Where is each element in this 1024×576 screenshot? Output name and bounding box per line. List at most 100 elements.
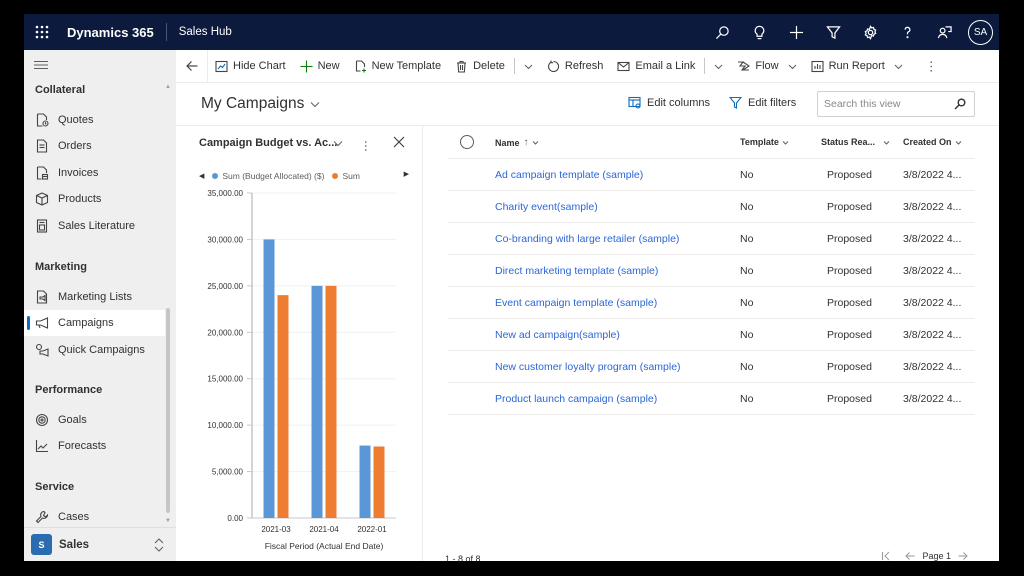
campaign-name-link[interactable]: Event campaign template (sample) [495,297,657,309]
sidebar-scrollbar-thumb[interactable] [166,308,170,513]
gear-icon [864,24,877,40]
campaign-name-link[interactable]: Ad campaign template (sample) [495,169,643,181]
scroll-down-arrow[interactable]: ▼ [165,518,171,524]
edit-columns-button[interactable]: Edit columns [628,96,710,109]
chevron-down-icon [894,64,903,69]
refresh-button[interactable]: Refresh [540,50,611,83]
sidebar-item-marketing-lists[interactable]: Marketing Lists [24,284,165,310]
campaign-name-link[interactable]: Charity event(sample) [495,201,598,213]
bar-2022-01-series-1[interactable] [373,446,385,519]
first-page-icon[interactable] [881,551,891,561]
help-button[interactable] [889,14,926,50]
previous-page-icon[interactable] [905,551,915,561]
edit-filters-label: Edit filters [748,96,797,109]
more-email-options-button[interactable] [707,50,730,83]
chevron-down-icon [782,140,789,145]
table-row[interactable]: New customer loyalty program (sample) No P… [448,351,975,383]
settings-button[interactable] [852,14,889,50]
sidebar-item-campaigns[interactable]: Campaigns [24,310,165,336]
back-button[interactable] [176,49,208,83]
hide-chart-button[interactable]: Hide Chart [208,50,293,83]
bar-2021-03-series-0[interactable] [263,239,275,518]
legend-label-sum[interactable]: Sum [342,171,359,181]
new-button[interactable]: New [293,50,347,83]
new-template-button[interactable]: New Template [347,50,449,83]
hamburger-menu-icon[interactable] [34,60,48,70]
more-delete-options-button[interactable] [517,50,540,83]
chart-more-options-button[interactable]: ⋯ [359,140,373,152]
area-switcher[interactable]: S Sales [24,527,176,561]
flow-icon [738,60,751,71]
campaigns-grid: Name ↑ Template Status Rea... Created On… [424,126,999,561]
table-row[interactable]: Ad campaign template (sample) No Proposed 3… [448,159,975,191]
search-button[interactable] [704,14,741,50]
legend-prev-arrow[interactable]: ◀ [199,172,204,180]
more-commands-button[interactable]: ⋯ [910,50,953,83]
sidebar-item-goals[interactable]: Goals [24,407,165,433]
assistant-button[interactable] [741,14,778,50]
edit-columns-icon [628,96,641,109]
sidebar-item-sales-literature[interactable]: Sales Literature [24,213,165,239]
table-row[interactable]: Product launch campaign (sample) No Propos… [448,383,975,415]
table-row[interactable]: Charity event(sample) No Proposed 3/8/2022 … [448,191,975,223]
flow-button[interactable]: Flow [730,50,803,83]
user-avatar[interactable]: SA [968,19,993,45]
table-row[interactable]: Co-branding with large retailer (sample)… [448,223,975,255]
table-row[interactable]: New ad campaign(sample) No Proposed 3/8/202… [448,319,975,351]
app-name[interactable]: Dynamics 365 [67,25,154,40]
group-title-marketing: Marketing [35,261,87,273]
campaign-name-link[interactable]: New ad campaign(sample) [495,329,620,341]
cell-created: 3/8/2022 4... [903,361,962,373]
chevron-down-icon [788,64,796,69]
campaign-name-link[interactable]: Direct marketing template (sample) [495,265,658,277]
sidebar-item-products[interactable]: Products [24,186,165,212]
column-header-created-on[interactable]: Created On [903,137,962,147]
campaign-name-link[interactable]: New customer loyalty program (sample) [495,361,681,373]
app-launcher-button[interactable] [24,14,60,50]
area-label: Sales [59,538,90,551]
sidebar-item-orders[interactable]: Orders [24,133,165,159]
select-all-checkbox[interactable] [460,135,474,149]
campaign-name-link[interactable]: Product launch campaign (sample) [495,393,657,405]
edit-filters-button[interactable]: Edit filters [729,96,796,109]
sidebar-item-quick-campaigns[interactable]: Quick Campaigns [24,337,165,363]
column-header-name[interactable]: Name ↑ [495,137,539,148]
report-icon [811,60,824,72]
view-header: My Campaigns Edit columns Edit filters [176,83,999,126]
sidebar-item-forecasts[interactable]: Forecasts [24,433,165,459]
sidebar-item-invoices[interactable]: Invoices [24,160,165,186]
bar-2022-01-series-0[interactable] [359,445,371,518]
email-link-button[interactable]: Email a Link [610,50,702,83]
column-header-status-reason[interactable]: Status Rea... [821,137,890,147]
chart-title: Campaign Budget vs. Ac... [199,137,338,149]
table-row[interactable]: Direct marketing template (sample) No Prop… [448,255,975,287]
run-report-button[interactable]: Run Report [804,50,910,83]
search-input[interactable] [818,98,948,110]
refresh-icon [547,60,559,72]
column-header-template[interactable]: Template [740,137,789,147]
delete-button[interactable]: Delete [448,50,512,83]
delete-label: Delete [473,60,505,72]
campaign-name-link[interactable]: Co-branding with large retailer (sample) [495,233,679,245]
lightbulb-icon [754,25,765,39]
quick-create-button[interactable] [778,14,815,50]
bar-2021-04-series-1[interactable] [325,285,337,518]
feedback-button[interactable] [926,14,963,50]
legend-label-budget[interactable]: Sum (Budget Allocated) ($) [222,171,324,181]
template-icon [355,59,366,72]
legend-next-arrow[interactable]: ▶ [404,170,409,178]
advanced-find-button[interactable] [815,14,852,50]
view-selector[interactable]: My Campaigns [201,95,320,113]
refresh-label: Refresh [564,60,604,72]
hide-chart-label: Hide Chart [233,60,286,72]
search-icon[interactable] [954,98,966,110]
bar-2021-03-series-1[interactable] [277,295,289,518]
scroll-up-arrow[interactable]: ▲ [165,84,171,90]
next-page-icon[interactable] [958,551,968,561]
close-chart-icon[interactable] [393,136,405,148]
hub-name[interactable]: Sales Hub [179,26,232,38]
table-row[interactable]: Event campaign template (sample) No Propos… [448,287,975,319]
sidebar-item-quotes[interactable]: Quotes [24,107,165,133]
chart-selector-chevron-icon[interactable] [333,138,343,148]
bar-2021-04-series-0[interactable] [311,285,323,518]
